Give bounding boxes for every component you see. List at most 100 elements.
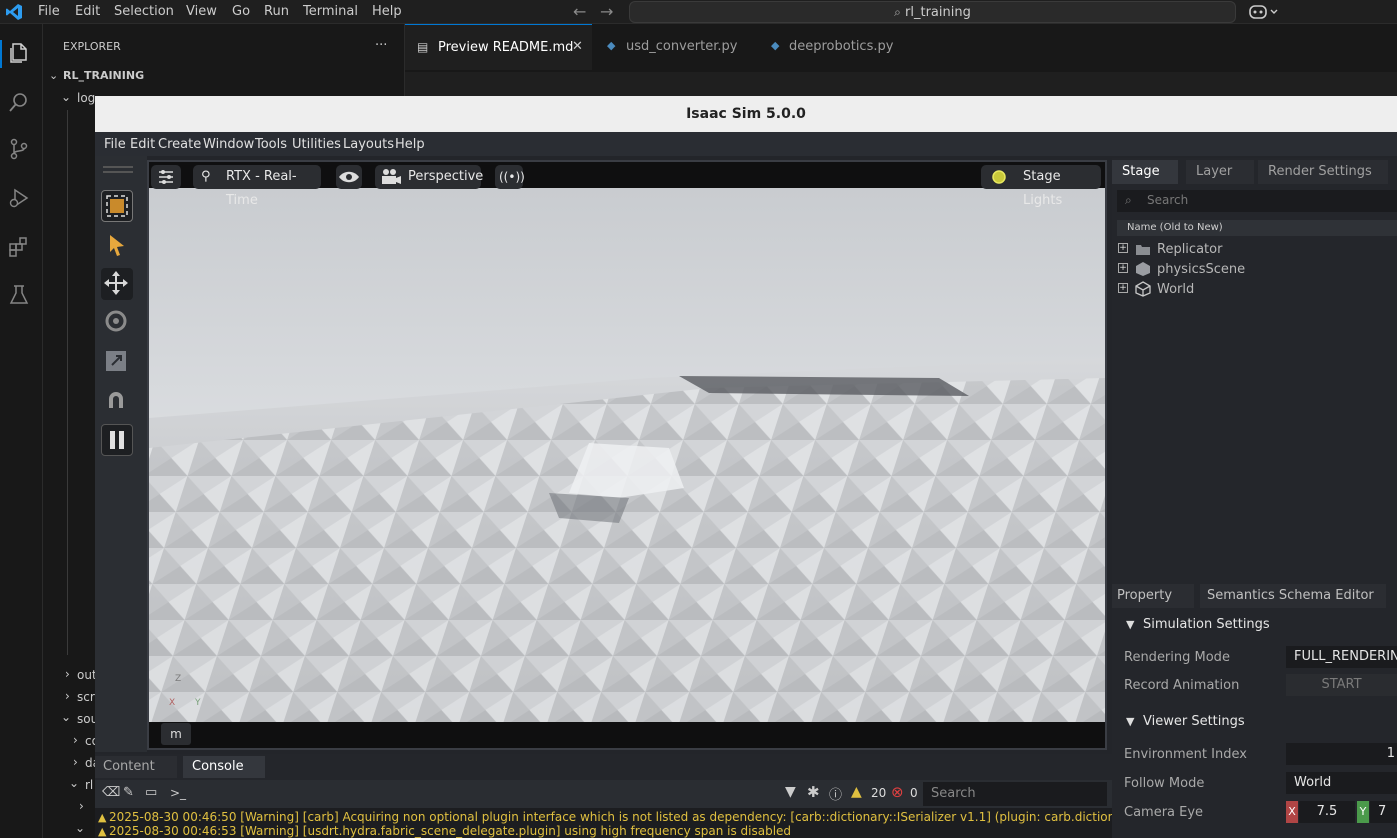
chevron-right-icon[interactable]: › bbox=[73, 733, 78, 747]
tab-stage[interactable]: Stage bbox=[1112, 160, 1178, 184]
collapse-triangle-icon[interactable]: ▼ bbox=[1126, 618, 1134, 631]
folder-log[interactable]: log bbox=[77, 91, 95, 105]
verbose-asterisk-icon[interactable]: ✱ bbox=[807, 783, 820, 801]
forward-arrow-icon[interactable]: → bbox=[600, 2, 613, 21]
command-center-search[interactable]: ⌕ rl_training bbox=[629, 1, 1236, 23]
isaac-menu-create[interactable]: Create bbox=[158, 137, 201, 152]
vscode-menu-file[interactable]: File bbox=[38, 4, 60, 19]
folder-rl[interactable]: rl bbox=[85, 778, 93, 792]
visibility-eye-icon[interactable] bbox=[336, 165, 362, 189]
pause-icon[interactable] bbox=[101, 424, 133, 456]
folder-out[interactable]: out bbox=[77, 668, 97, 682]
vscode-menu-view[interactable]: View bbox=[186, 4, 217, 19]
folder-open-icon[interactable]: ▭ bbox=[145, 785, 157, 800]
environment-index-field[interactable]: 1 bbox=[1286, 743, 1397, 765]
folder-scr[interactable]: scr bbox=[77, 690, 95, 704]
vscode-menu-selection[interactable]: Selection bbox=[114, 4, 174, 19]
broadcast-icon[interactable]: ((•)) bbox=[495, 165, 525, 189]
expand-plus-icon[interactable]: + bbox=[1118, 243, 1128, 253]
drag-handle[interactable] bbox=[103, 171, 133, 173]
stage-sort-header[interactable]: Name (Old to New) bbox=[1117, 220, 1397, 236]
follow-mode-dropdown[interactable]: World bbox=[1286, 772, 1397, 794]
snap-magnet-icon[interactable] bbox=[101, 386, 133, 418]
explorer-more-button[interactable]: ··· bbox=[375, 38, 387, 53]
vscode-menu-help[interactable]: Help bbox=[372, 4, 402, 19]
rendering-mode-dropdown[interactable]: FULL_RENDERING bbox=[1286, 646, 1397, 668]
renderer-dropdown[interactable]: ⚲ RTX - Real-Time bbox=[193, 165, 321, 208]
run-debug-icon[interactable] bbox=[8, 187, 30, 209]
edit-icon[interactable]: ✎ bbox=[123, 785, 134, 800]
tab-property[interactable]: Property bbox=[1112, 584, 1194, 608]
info-icon[interactable]: ⓘ bbox=[829, 784, 842, 803]
chevron-down-icon[interactable]: ⌄ bbox=[49, 69, 58, 82]
close-icon[interactable]: ✕ bbox=[572, 39, 583, 54]
isaac-menu-help[interactable]: Help bbox=[395, 137, 425, 152]
vscode-menu-run[interactable]: Run bbox=[264, 4, 289, 19]
viewport-scene-render[interactable] bbox=[149, 188, 1105, 722]
search-icon[interactable] bbox=[8, 91, 30, 113]
move-icon[interactable] bbox=[101, 268, 133, 300]
camera-eye-x-field[interactable]: 7.5 bbox=[1299, 801, 1355, 823]
isaac-menu-window[interactable]: Window bbox=[203, 137, 254, 152]
chevron-right-icon[interactable]: › bbox=[79, 799, 84, 813]
source-control-icon[interactable] bbox=[8, 138, 30, 160]
cursor-select-icon[interactable] bbox=[101, 230, 133, 262]
expand-plus-icon[interactable]: + bbox=[1118, 263, 1128, 273]
tab-render-settings[interactable]: Render Settings bbox=[1258, 160, 1388, 184]
stage-search-input[interactable]: ⌕ Search bbox=[1117, 190, 1397, 212]
rotate-icon[interactable] bbox=[101, 306, 133, 338]
viewport-settings-icon[interactable] bbox=[151, 165, 181, 189]
chevron-right-icon[interactable]: › bbox=[65, 667, 70, 681]
console-search-input[interactable]: Search bbox=[923, 782, 1107, 806]
stage-lights-dropdown[interactable]: Stage Lights bbox=[981, 165, 1101, 208]
warning-icon[interactable]: ▲ bbox=[851, 784, 862, 800]
camera-eye-y-field[interactable]: 7 bbox=[1370, 801, 1397, 823]
filter-icon[interactable]: ▼ bbox=[785, 784, 796, 800]
stage-item-physicsscene[interactable]: + physicsScene bbox=[1117, 262, 1397, 280]
chevron-down-icon[interactable]: ⌄ bbox=[75, 821, 85, 835]
chevron-right-icon[interactable]: › bbox=[65, 689, 70, 703]
drag-handle[interactable] bbox=[103, 166, 133, 168]
files-icon[interactable] bbox=[8, 42, 30, 64]
chevron-down-icon[interactable]: ⌄ bbox=[69, 776, 79, 790]
tab-semantics-schema-editor[interactable]: Semantics Schema Editor bbox=[1200, 584, 1386, 608]
isaac-menu-file[interactable]: File bbox=[104, 137, 126, 152]
chevron-down-icon[interactable]: ⌄ bbox=[61, 90, 71, 104]
collapse-triangle-icon[interactable]: ▼ bbox=[1126, 715, 1134, 728]
tab-layer[interactable]: Layer bbox=[1186, 160, 1254, 184]
scale-icon[interactable] bbox=[101, 346, 133, 378]
back-arrow-icon[interactable]: ← bbox=[573, 2, 586, 21]
record-start-button[interactable]: START bbox=[1286, 674, 1397, 696]
tab-content[interactable]: Content bbox=[95, 756, 177, 778]
testing-flask-icon[interactable] bbox=[8, 284, 30, 306]
vscode-menu-go[interactable]: Go bbox=[232, 4, 250, 19]
tab-preview-readme[interactable]: ▤ Preview README.md ✕ bbox=[405, 24, 592, 70]
error-icon[interactable]: ⊗ bbox=[891, 783, 904, 801]
isaac-menu-layouts[interactable]: Layouts bbox=[343, 137, 394, 152]
stage-item-world[interactable]: + World bbox=[1117, 281, 1397, 300]
workspace-title[interactable]: RL_TRAINING bbox=[63, 69, 144, 82]
tab-usd-converter[interactable]: ◆ usd_converter.py bbox=[593, 24, 755, 70]
command-prompt[interactable]: >_ bbox=[170, 786, 186, 800]
expand-plus-icon[interactable]: + bbox=[1118, 283, 1128, 293]
vscode-menu-edit[interactable]: Edit bbox=[75, 4, 100, 19]
isaac-menu-utilities[interactable]: Utilities bbox=[292, 137, 341, 152]
vscode-menu-terminal[interactable]: Terminal bbox=[303, 4, 358, 19]
clear-icon[interactable]: ⌫ bbox=[102, 785, 120, 800]
chevron-right-icon[interactable]: › bbox=[73, 755, 78, 769]
copilot-icon[interactable] bbox=[1249, 4, 1279, 20]
camera-dropdown[interactable]: Perspective bbox=[375, 165, 483, 189]
stage-item-replicator[interactable]: + Replicator bbox=[1117, 242, 1397, 260]
viewer-settings-header[interactable]: Viewer Settings bbox=[1143, 714, 1245, 729]
isaac-menu-edit[interactable]: Edit bbox=[130, 137, 155, 152]
extensions-icon[interactable] bbox=[8, 236, 30, 258]
viewport[interactable]: ⚲ RTX - Real-Time Perspective ((•)) Stag… bbox=[147, 160, 1107, 750]
tab-console[interactable]: Console bbox=[183, 756, 265, 778]
isaac-menu-tools[interactable]: Tools bbox=[255, 137, 287, 152]
simulation-settings-header[interactable]: Simulation Settings bbox=[1143, 617, 1270, 632]
hud-badge[interactable]: m bbox=[161, 723, 191, 745]
tab-deeprobotics[interactable]: ◆ deeprobotics.py bbox=[757, 24, 907, 70]
select-mode-icon[interactable] bbox=[101, 190, 133, 222]
chevron-down-icon[interactable]: ⌄ bbox=[61, 710, 71, 724]
sun-icon bbox=[992, 170, 1006, 184]
